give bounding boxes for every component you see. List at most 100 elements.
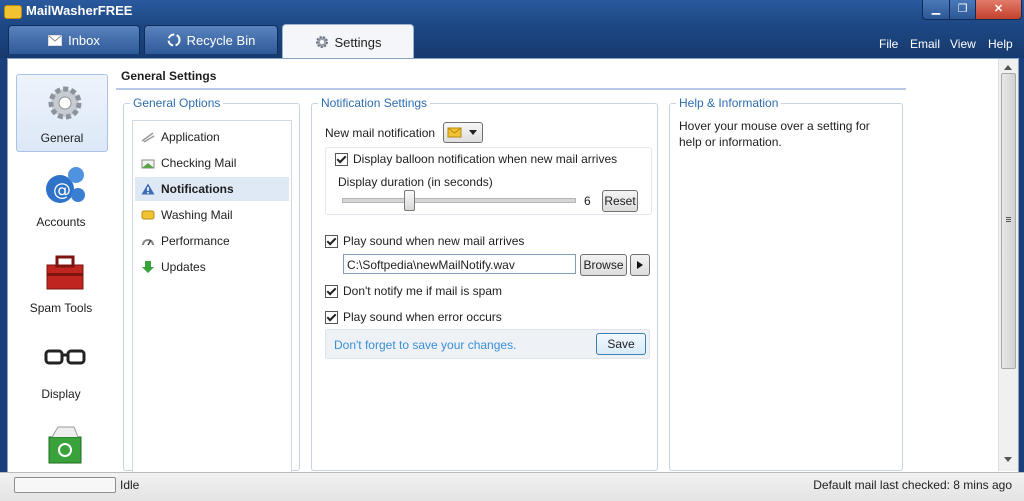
progress-bar xyxy=(14,477,116,493)
save-changes-hint: Don't forget to save your changes. xyxy=(334,338,517,352)
play-icon xyxy=(637,261,643,269)
play-sound-checkbox-row[interactable]: Play sound when new mail arrives xyxy=(325,234,525,249)
sidebar-label-spam-tools: Spam Tools xyxy=(29,301,93,315)
chevron-down-icon xyxy=(469,130,477,135)
option-notifications-label: Notifications xyxy=(161,182,234,196)
settings-panel: General @ Accounts Spam Tools Display Ge… xyxy=(7,58,1019,482)
status-text: Idle xyxy=(120,478,140,492)
app-title-main: MailWasher xyxy=(26,3,98,18)
sidebar-item-display[interactable]: Display xyxy=(16,331,106,407)
option-updates[interactable]: Updates xyxy=(135,255,289,279)
down-arrow-icon xyxy=(142,261,154,273)
new-mail-notification-dropdown[interactable] xyxy=(443,122,483,143)
option-performance[interactable]: Performance xyxy=(135,229,289,253)
sidebar-label-display: Display xyxy=(41,387,81,401)
option-application[interactable]: Application xyxy=(135,125,289,149)
play-sound-label: Play sound when new mail arrives xyxy=(343,234,525,248)
option-checking-mail[interactable]: Checking Mail xyxy=(135,151,289,175)
performance-icon xyxy=(142,239,154,246)
balloon-notification-checkbox[interactable] xyxy=(335,153,348,167)
option-notifications[interactable]: Notifications xyxy=(135,177,289,201)
vertical-scrollbar[interactable] xyxy=(998,59,1018,471)
close-button[interactable]: ✕ xyxy=(975,0,1022,20)
sidebar-label-general: General xyxy=(40,131,84,145)
recycle-icon xyxy=(167,33,181,47)
gears-icon xyxy=(48,86,82,120)
svg-text:@: @ xyxy=(53,180,71,201)
sound-file-input[interactable]: C:\Softpedia\newMailNotify.wav xyxy=(343,254,576,274)
envelope-icon xyxy=(48,34,63,46)
error-sound-checkbox-row[interactable]: Play sound when error occurs xyxy=(325,310,502,325)
application-icon xyxy=(141,132,155,143)
sidebar-label-accounts: Accounts xyxy=(36,215,86,229)
help-information-legend: Help & Information xyxy=(676,96,782,110)
accounts-icon: @ xyxy=(46,167,85,203)
minimize-button[interactable]: ▁ xyxy=(922,0,950,20)
settings-content: General Settings General Options Applica… xyxy=(116,59,996,482)
menu-email[interactable]: Email xyxy=(910,37,940,51)
dont-notify-spam-label: Don't notify me if mail is spam xyxy=(343,284,503,298)
tab-settings-label: Settings xyxy=(334,34,382,50)
general-options-list: Application Checking Mail Notifications … xyxy=(132,120,292,482)
tab-inbox-label: Inbox xyxy=(68,32,100,48)
tab-settings[interactable]: Settings xyxy=(282,24,414,59)
balloon-options-box: Display balloon notification when new ma… xyxy=(325,147,652,215)
menu-file[interactable]: File xyxy=(879,37,898,51)
balloon-notification-label: Display balloon notification when new ma… xyxy=(353,152,618,166)
sidebar-item-accounts[interactable]: @ Accounts xyxy=(16,159,106,235)
scrollbar-thumb[interactable] xyxy=(1001,73,1016,369)
display-duration-value: 6 xyxy=(584,194,591,208)
menu-help[interactable]: Help xyxy=(988,37,1013,51)
washing-mail-icon xyxy=(141,210,155,220)
display-duration-slider-track[interactable] xyxy=(342,198,576,203)
sidebar-item-general[interactable]: General xyxy=(16,74,108,152)
save-changes-bar: Don't forget to save your changes. Save xyxy=(325,329,650,359)
new-mail-notification-label: New mail notification xyxy=(325,126,436,140)
display-duration-slider-thumb[interactable] xyxy=(404,190,416,211)
notification-settings-group: Notification Settings New mail notificat… xyxy=(311,96,658,471)
warning-icon xyxy=(141,183,155,195)
option-updates-label: Updates xyxy=(161,260,206,274)
help-information-group: Help & Information Hover your mouse over… xyxy=(669,96,903,471)
toolbox-icon xyxy=(46,255,84,290)
page-title: General Settings xyxy=(121,69,217,83)
sidebar-item-recycle[interactable] xyxy=(16,417,106,469)
balloon-notification-checkbox-row[interactable]: Display balloon notification when new ma… xyxy=(335,152,618,167)
maximize-button[interactable]: ❐ xyxy=(949,0,976,20)
display-duration-label: Display duration (in seconds) xyxy=(338,175,493,189)
notification-settings-legend: Notification Settings xyxy=(318,96,431,110)
play-sound-button[interactable] xyxy=(630,254,650,276)
scrollbar-grip-icon xyxy=(1006,217,1011,218)
app-title: MailWasherFREE xyxy=(26,3,132,18)
status-bar: Idle Default mail last checked: 8 mins a… xyxy=(0,472,1024,501)
glasses-icon xyxy=(44,349,86,365)
tab-recycle-bin[interactable]: Recycle Bin xyxy=(144,25,278,54)
play-sound-checkbox[interactable] xyxy=(325,235,338,249)
option-checking-mail-label: Checking Mail xyxy=(161,156,237,170)
title-divider xyxy=(116,88,906,90)
option-washing-mail-label: Washing Mail xyxy=(161,208,233,222)
dont-notify-spam-checkbox-row[interactable]: Don't notify me if mail is spam xyxy=(325,284,503,299)
error-sound-label: Play sound when error occurs xyxy=(343,310,502,324)
dont-notify-spam-checkbox[interactable] xyxy=(325,285,338,299)
sidebar-item-spam-tools[interactable]: Spam Tools xyxy=(16,245,106,321)
option-washing-mail[interactable]: Washing Mail xyxy=(135,203,289,227)
help-information-text: Hover your mouse over a setting for help… xyxy=(679,119,870,149)
gear-icon xyxy=(315,36,328,48)
mailwasher-logo-icon xyxy=(4,5,22,19)
browse-button[interactable]: Browse xyxy=(580,254,627,276)
app-title-suffix: FREE xyxy=(97,3,133,18)
title-bar: MailWasherFREE ▁ ❐ ✕ Inbox Recycle Bin S… xyxy=(0,0,1024,59)
tab-recycle-bin-label: Recycle Bin xyxy=(186,32,256,48)
last-checked-text: Default mail last checked: 8 mins ago xyxy=(813,478,1012,492)
settings-sidebar: General @ Accounts Spam Tools Display xyxy=(8,59,116,473)
tab-inbox[interactable]: Inbox xyxy=(8,25,140,54)
scroll-down-icon[interactable] xyxy=(1004,457,1012,462)
reset-button[interactable]: Reset xyxy=(602,190,638,212)
checking-mail-icon xyxy=(141,159,155,169)
scroll-up-icon[interactable] xyxy=(1004,65,1012,70)
menu-view[interactable]: View xyxy=(950,37,976,51)
save-button[interactable]: Save xyxy=(596,333,646,355)
envelope-icon xyxy=(447,127,462,138)
error-sound-checkbox[interactable] xyxy=(325,311,338,325)
